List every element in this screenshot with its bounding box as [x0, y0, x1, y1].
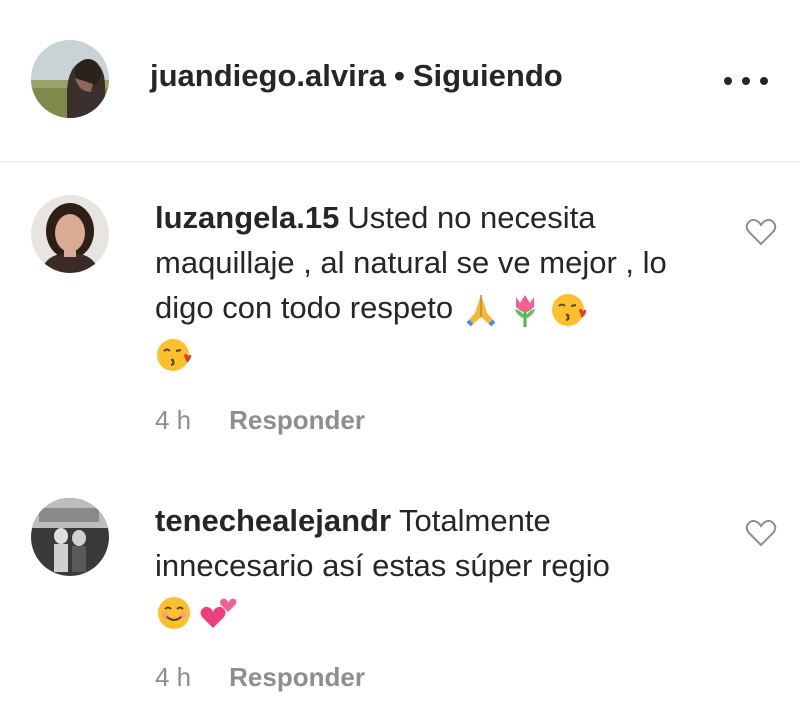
commenter-avatar[interactable]	[31, 498, 109, 576]
comment-meta: 4 h Responder	[155, 405, 365, 436]
comment-meta: 4 h Responder	[155, 662, 365, 693]
face-blowing-kiss-emoji	[551, 293, 586, 326]
more-options-icon[interactable]	[724, 66, 768, 96]
post-header: juandiego.alvira • Siguiendo	[0, 0, 800, 163]
like-heart-icon[interactable]	[745, 217, 777, 247]
tulip-emoji	[514, 294, 535, 327]
reply-button[interactable]: Responder	[229, 662, 365, 692]
face-blowing-kiss-emoji	[157, 338, 192, 371]
comment-timestamp: 4 h	[155, 662, 192, 692]
post-author-avatar-image	[31, 40, 109, 118]
folded-hands-emoji	[466, 294, 496, 327]
commenter-username[interactable]: tenechealejandr	[155, 503, 391, 538]
post-author-username[interactable]: juandiego.alvira	[150, 58, 386, 93]
post-author-avatar[interactable]	[31, 40, 109, 118]
commenter-avatar-image	[31, 195, 109, 273]
more-dot	[742, 77, 750, 85]
commenter-avatar[interactable]	[31, 195, 109, 273]
more-dot	[724, 77, 732, 85]
two-hearts-emoji	[200, 598, 237, 628]
comment-body: tenechealejandr Totalmente innecesario as…	[155, 498, 715, 633]
comment-timestamp: 4 h	[155, 405, 192, 435]
smiling-face-emoji	[158, 596, 190, 629]
comment-body: luzangela.15 Usted no necesita maquillaje…	[155, 195, 715, 375]
commenter-avatar-image	[31, 498, 109, 576]
reply-button[interactable]: Responder	[229, 405, 365, 435]
follow-status-button[interactable]: Siguiendo	[413, 58, 563, 93]
post-header-text: juandiego.alvira • Siguiendo	[150, 58, 563, 94]
like-heart-icon[interactable]	[745, 518, 777, 548]
commenter-username[interactable]: luzangela.15	[155, 200, 339, 235]
more-dot	[760, 77, 768, 85]
separator-dot: •	[394, 58, 405, 93]
